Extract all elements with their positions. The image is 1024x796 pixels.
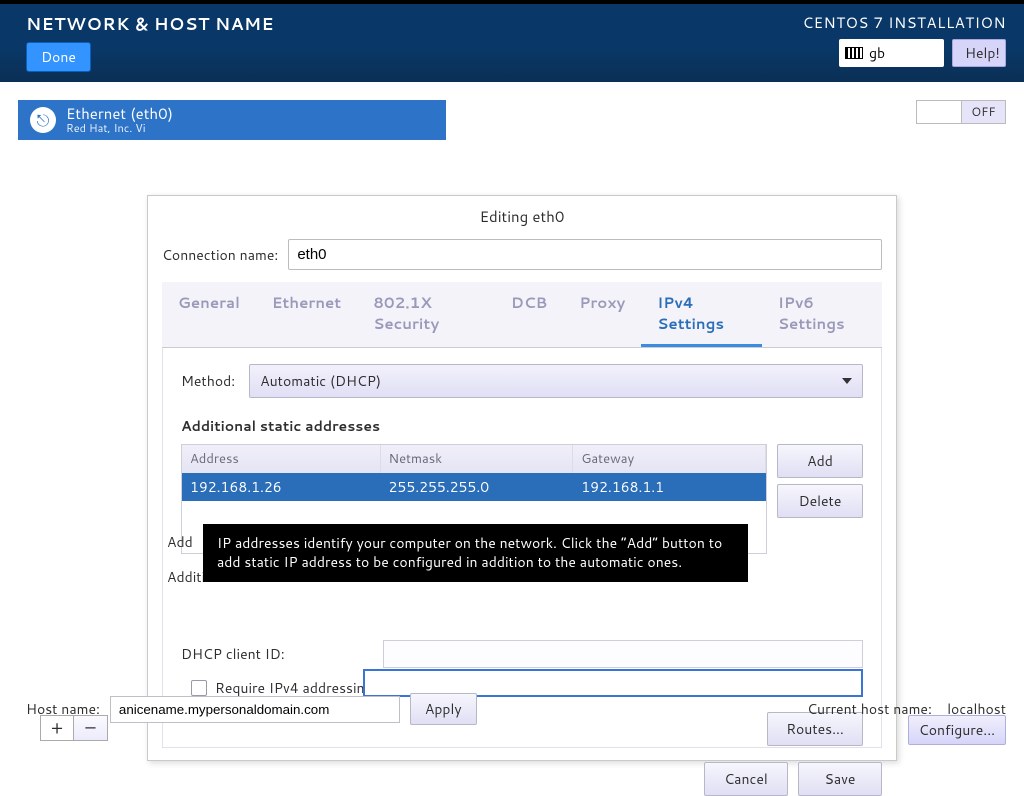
cancel-button[interactable]: Cancel: [704, 762, 788, 796]
connection-name-input[interactable]: [288, 239, 882, 270]
edit-connection-dialog: Editing eth0 Connection name: General Et…: [147, 195, 897, 761]
col-netmask: Netmask: [381, 445, 574, 473]
col-gateway: Gateway: [573, 445, 766, 473]
apply-hostname-button[interactable]: Apply: [410, 693, 477, 725]
page-title: NETWORK & HOST NAME: [26, 12, 274, 36]
hostname-label: Host name:: [26, 699, 100, 719]
tab-dcb[interactable]: DCB: [495, 282, 563, 347]
tab-general[interactable]: General: [162, 282, 256, 347]
keyboard-layout-button[interactable]: gb: [839, 39, 944, 67]
done-button[interactable]: Done: [26, 42, 91, 72]
interface-vendor: Red Hat, Inc. Vi: [66, 122, 173, 134]
method-select[interactable]: Automatic (DHCP): [249, 364, 863, 398]
current-hostname-label: Current host name:: [807, 699, 932, 719]
keyboard-icon: [845, 47, 863, 59]
dns-label-truncated: Add: [167, 532, 193, 552]
current-hostname-value: localhost: [947, 699, 1006, 719]
ethernet-icon: ⎋: [30, 107, 56, 133]
help-button[interactable]: Help!: [952, 39, 1006, 67]
method-value: Automatic (DHCP): [260, 371, 381, 391]
cell-address: 192.168.1.26: [182, 473, 381, 501]
main-area: ⎋ Ethernet (eth0) Red Hat, Inc. Vi OFF +…: [0, 82, 1024, 140]
interface-list-item[interactable]: ⎋ Ethernet (eth0) Red Hat, Inc. Vi: [18, 100, 446, 140]
installer-title: CENTOS 7 INSTALLATION: [803, 12, 1006, 33]
header-bar: NETWORK & HOST NAME Done CENTOS 7 INSTAL…: [0, 4, 1024, 82]
tooltip: IP addresses identify your computer on t…: [203, 524, 748, 582]
tab-ipv6[interactable]: IPv6 Settings: [762, 282, 882, 347]
dialog-tabs: General Ethernet 802.1X Security DCB Pro…: [162, 282, 882, 348]
chevron-down-icon: [842, 378, 852, 384]
tab-ipv4[interactable]: IPv4 Settings: [641, 282, 762, 347]
connection-name-label: Connection name:: [162, 245, 278, 265]
save-button[interactable]: Save: [798, 762, 882, 796]
dialog-title: Editing eth0: [148, 196, 896, 233]
interface-toggle[interactable]: OFF: [916, 100, 1006, 124]
table-row[interactable]: 192.168.1.26 255.255.255.0 192.168.1.1: [182, 473, 766, 501]
toggle-off-label: OFF: [961, 100, 1006, 124]
static-addresses-heading: Additional static addresses: [181, 416, 863, 436]
toggle-on-side: [916, 100, 961, 124]
add-address-button[interactable]: Add: [777, 444, 863, 478]
col-address: Address: [182, 445, 381, 473]
cell-gateway: 192.168.1.1: [573, 473, 766, 501]
keyboard-layout-label: gb: [869, 43, 885, 63]
hostname-input[interactable]: [110, 696, 400, 723]
dhcp-client-id-input[interactable]: [383, 640, 863, 668]
tab-proxy[interactable]: Proxy: [563, 282, 641, 347]
delete-address-button[interactable]: Delete: [777, 484, 863, 518]
method-label: Method:: [181, 371, 235, 391]
tab-ethernet[interactable]: Ethernet: [256, 282, 357, 347]
tab-8021x[interactable]: 802.1X Security: [357, 282, 495, 347]
dhcp-client-id-label: DHCP client ID:: [181, 644, 371, 664]
cell-netmask: 255.255.255.0: [381, 473, 574, 501]
